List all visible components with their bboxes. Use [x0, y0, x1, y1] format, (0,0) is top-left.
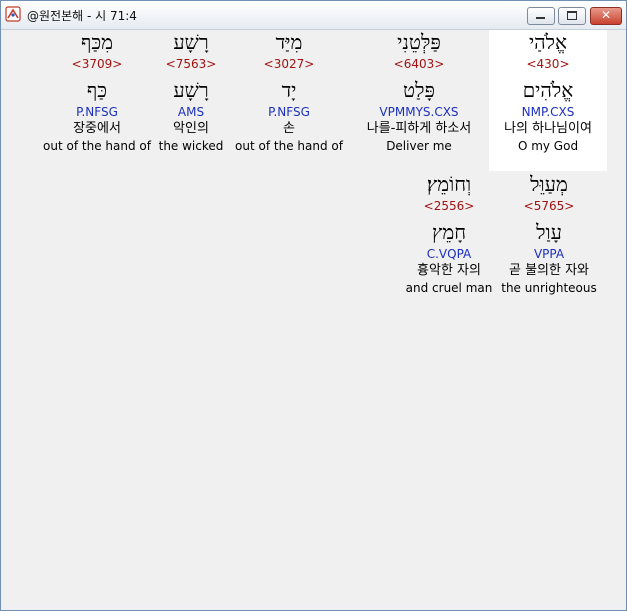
- app-logo-icon: [5, 6, 21, 22]
- korean-gloss: 나를-피하게 하소서: [366, 121, 472, 136]
- hebrew-lemma: רָשָׁע: [173, 78, 209, 102]
- word-block-3[interactable]: מִיַּד <3027> יָד P.NFSG 손 out of the ha…: [230, 30, 348, 154]
- strong-number[interactable]: <3027>: [230, 56, 348, 72]
- morphology-code[interactable]: P.NFSG: [230, 104, 348, 120]
- maximize-icon: [559, 8, 585, 24]
- word-block-5[interactable]: מִכַּף <3709> כַּף P.NFSG 장중에서 out of th…: [40, 30, 154, 154]
- korean-gloss: 장중에서: [73, 121, 121, 136]
- word-block-7[interactable]: וְחוֹמֵץ׃ <2556> חָמֵץ C.VQPA 흉악한 자의 and…: [390, 172, 508, 296]
- close-button[interactable]: ✕: [590, 7, 622, 25]
- korean-gloss: 나의 하나님이여: [504, 121, 592, 136]
- interlinear-panel: אֱלֹהַי <430> אֱלֹהִים NMP.CXS 나의 하나님이여 …: [4, 30, 622, 606]
- english-gloss: and cruel man: [405, 281, 493, 295]
- hebrew-word[interactable]: אֱלֹהַי: [489, 30, 607, 56]
- english-gloss: out of the hand of: [235, 139, 343, 153]
- korean-gloss: 악인의: [173, 121, 209, 136]
- morphology-code[interactable]: AMS: [139, 104, 243, 120]
- english-gloss: Deliver me: [386, 139, 452, 153]
- strong-number[interactable]: <6403>: [352, 56, 486, 72]
- hebrew-word[interactable]: רָשָׁע: [139, 30, 243, 56]
- strong-number[interactable]: <430>: [489, 56, 607, 72]
- strong-number[interactable]: <3709>: [40, 56, 154, 72]
- hebrew-word[interactable]: מִיַּד: [230, 30, 348, 56]
- morphology-code[interactable]: VPMMYS.CXS: [352, 104, 486, 120]
- english-gloss: O my God: [517, 139, 579, 153]
- morphology-code[interactable]: P.NFSG: [40, 104, 154, 120]
- english-gloss: out of the hand of: [43, 139, 151, 153]
- minimize-icon: [528, 8, 554, 24]
- strong-number[interactable]: <2556>: [390, 198, 508, 214]
- word-block-2[interactable]: פַּלְּטֵנִי <6403> פָּלַט VPMMYS.CXS 나를-…: [352, 30, 486, 154]
- morphology-code[interactable]: C.VQPA: [390, 246, 508, 262]
- korean-gloss: 흉악한 자의: [417, 263, 481, 278]
- app-window: @원전본해 - 시 71:4 ✕ אֱלֹהַי <430> אֱלֹהִים …: [0, 0, 627, 611]
- hebrew-lemma: כַּף: [86, 78, 108, 102]
- hebrew-word[interactable]: פַּלְּטֵנִי: [352, 30, 486, 56]
- window-title: @원전본해 - 시 71:4: [27, 9, 137, 23]
- korean-gloss: 손: [283, 121, 295, 136]
- word-block-1[interactable]: אֱלֹהַי <430> אֱלֹהִים NMP.CXS 나의 하나님이여 …: [489, 30, 607, 171]
- morphology-code[interactable]: NMP.CXS: [489, 104, 607, 120]
- word-block-4[interactable]: רָשָׁע <7563> רָשָׁע AMS 악인의 the wicked: [139, 30, 243, 154]
- maximize-button[interactable]: [558, 7, 586, 25]
- title-bar[interactable]: @원전본해 - 시 71:4 ✕: [1, 1, 626, 30]
- hebrew-word[interactable]: מִכַּף: [40, 30, 154, 56]
- minimize-button[interactable]: [527, 7, 555, 25]
- hebrew-lemma: חָמֵץ: [431, 220, 467, 244]
- close-icon: ✕: [600, 8, 612, 22]
- english-gloss: the wicked: [158, 139, 224, 153]
- hebrew-lemma: אֱלֹהִים: [522, 78, 574, 102]
- hebrew-lemma: יָד: [281, 78, 297, 102]
- strong-number[interactable]: <7563>: [139, 56, 243, 72]
- hebrew-lemma: פָּלַט: [403, 78, 435, 102]
- hebrew-word[interactable]: וְחוֹמֵץ׃: [390, 172, 508, 198]
